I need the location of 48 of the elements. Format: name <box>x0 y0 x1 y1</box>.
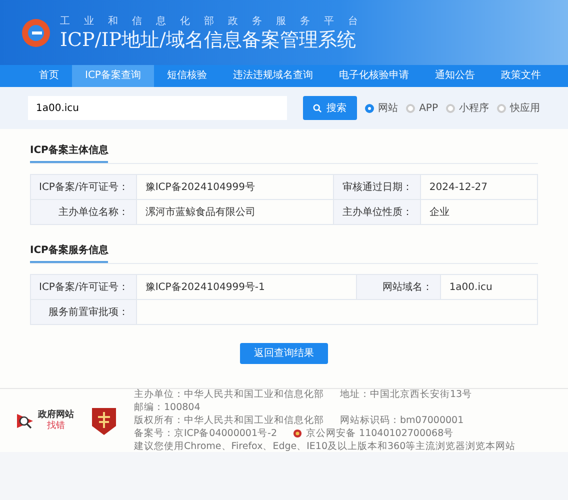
radio-label: 快应用 <box>510 102 540 116</box>
field-value: 豫ICP备2024104999号-1 <box>136 274 357 300</box>
footer-text: 地址：中国北京西长安街13号 <box>340 388 472 401</box>
search-field[interactable]: 1a00.icu <box>28 96 287 120</box>
section-title: ICP备案主体信息 <box>30 143 108 163</box>
nav-tab[interactable]: 电子化核验申请 <box>326 65 422 87</box>
system-title: ICP/IP地址/域名信息备案管理系统 <box>60 28 357 52</box>
footer-text: 主办单位：中华人民共和国工业和信息化部 <box>134 388 324 401</box>
field-value: 豫ICP备2024104999号 <box>136 174 334 200</box>
radio-button[interactable] <box>406 104 416 112</box>
radio-button[interactable] <box>497 104 506 112</box>
radio-button[interactable] <box>365 104 374 112</box>
footer-text: 版权所有：中华人民共和国工业和信息化部 <box>134 414 324 427</box>
field-value: 1a00.icu <box>440 274 538 300</box>
field-value: 2024-12-27 <box>420 174 538 200</box>
search-icon <box>313 104 322 112</box>
radio-label: APP <box>419 102 438 116</box>
platform-name: 工业和信息化部政务服务平台 <box>60 14 372 29</box>
police-badge-icon <box>293 427 302 440</box>
field-label: ICP备案/许可证号： <box>30 274 137 300</box>
nav-tab[interactable]: 短信核验 <box>154 65 220 87</box>
footer-text: 建议您使用Chrome、Firefox、Edge、IE10及以上版本和360等主流浏览器浏览本网站 <box>134 440 516 453</box>
nav-tab[interactable]: 首页 <box>26 65 72 87</box>
radio-label: 小程序 <box>459 102 489 116</box>
field-value: 企业 <box>420 200 538 224</box>
field-label: ICP备案/许可证号： <box>30 174 137 200</box>
nav-tab[interactable]: 违法违规域名查询 <box>220 65 326 87</box>
field-label: 主办单位性质： <box>334 200 421 224</box>
field-label: 服务前置审批项： <box>30 300 137 324</box>
radio-button[interactable] <box>446 104 455 112</box>
radio-label: 网站 <box>378 102 398 116</box>
field-label: 网站域名： <box>356 274 441 300</box>
field-value: 漯河市蓝鲸食品有限公司 <box>136 200 334 224</box>
nav-tab[interactable]: 政策文件 <box>488 65 554 87</box>
field-label: 主办单位名称： <box>30 200 137 224</box>
gov-site-badge[interactable]: 政府网站 找错 <box>16 410 74 432</box>
nav-tab[interactable]: ICP备案查询 <box>72 65 154 87</box>
field-label: 审核通过日期： <box>334 174 421 200</box>
footer-text: 网站标识码：bm07000001 <box>340 414 464 427</box>
section-title: ICP备案服务信息 <box>30 243 108 263</box>
emblem-icon <box>90 406 118 436</box>
logo-icon <box>20 16 52 48</box>
footer-text: 备案号：京ICP备04000001号-2 <box>134 427 277 440</box>
footer-text: 邮编：100804 <box>134 401 200 414</box>
footer-text: 京公网安备 11040102700068号 <box>306 427 454 440</box>
search-button[interactable]: 搜索 <box>302 96 358 120</box>
nav-tab[interactable]: 通知公告 <box>422 65 488 87</box>
back-button[interactable]: 返回查询结果 <box>240 343 328 364</box>
